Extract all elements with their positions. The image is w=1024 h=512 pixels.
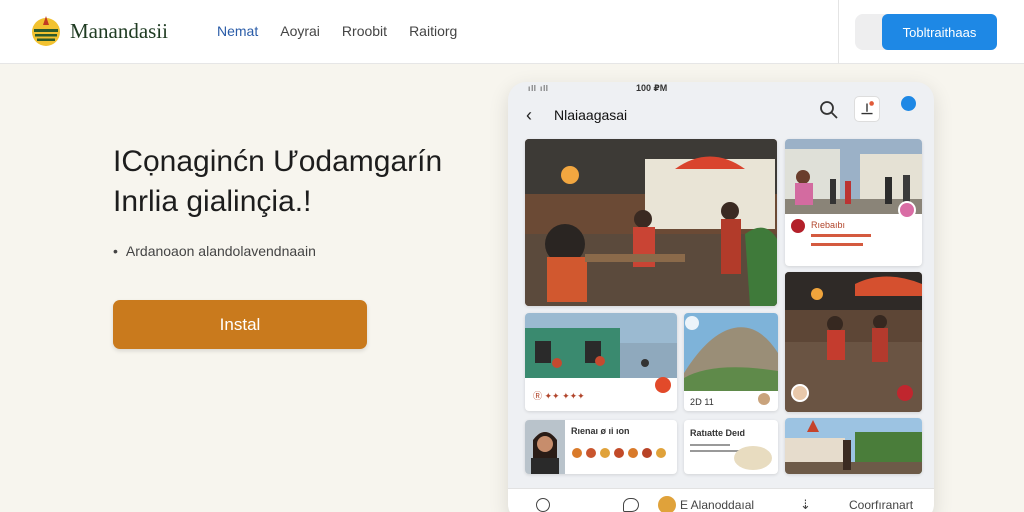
bottom-navigation: E Alanoddaıal ⇣ Coorfıranart (508, 488, 934, 512)
status-signal: ıll ıll (528, 84, 549, 93)
bottom-nav-label-1[interactable]: E Alanoddaıal (680, 498, 754, 512)
feed-card-building[interactable]: Ⓡ ✦✦ ✦✦✦ (525, 313, 677, 411)
hero-subtitle-text: Ardanoaon alandolavendnaain (125, 243, 316, 259)
food-plate-icon (734, 446, 772, 470)
share-icon[interactable] (854, 96, 880, 122)
top-navigation-bar: Manandasii Nemat Aoyrai Rroobit Raitiorg… (0, 0, 1024, 64)
user-avatar[interactable] (898, 201, 916, 219)
card-caption: Ratıatte Deıd (690, 428, 746, 438)
card-caption: Rıebaıbı (811, 220, 846, 230)
feed-card-dining[interactable] (785, 272, 922, 412)
back-arrow-icon[interactable]: ‹ (526, 105, 532, 126)
heart-icon[interactable] (791, 219, 805, 233)
nav-link-1[interactable]: Nemat (217, 23, 258, 39)
bottom-nav-label-2[interactable]: Coorfıranart (849, 498, 913, 512)
reaction-icons (572, 448, 666, 458)
notification-badge[interactable] (901, 96, 916, 111)
temple-photo (785, 418, 922, 474)
feed-card-portrait[interactable]: Rıenaı ø ıi ıon (525, 420, 677, 474)
app-title: Nlaiaagasai (554, 107, 628, 123)
bullet-icon: • (113, 243, 118, 259)
building-photo (525, 313, 677, 378)
card-caption: Rıenaı ø ıi ıon (571, 426, 630, 436)
profile-icon[interactable] (658, 496, 676, 512)
caption-line (811, 234, 871, 237)
feed-card-temple[interactable] (785, 418, 922, 474)
hero-title: ICọnaginćn Ưodamgarín Inrlia gialinçia.! (113, 142, 493, 222)
card-caption: 2Ⅾ 11 (690, 397, 714, 407)
portrait-photo (525, 420, 565, 474)
install-button[interactable]: Instal (113, 300, 367, 349)
user-avatar[interactable] (756, 391, 772, 407)
badge-icon[interactable] (655, 377, 671, 393)
caption-line (690, 444, 730, 446)
brand-name: Manandasii (70, 18, 168, 43)
home-icon[interactable] (536, 498, 550, 512)
nav-link-4[interactable]: Raitiorg (409, 23, 457, 39)
hero-subtitle: • Ardanoaon alandolavendnaain (113, 243, 316, 259)
caption-line (690, 450, 740, 452)
emoji-strip (571, 446, 671, 458)
nav-link-3[interactable]: Rroobit (342, 23, 387, 39)
header-divider (838, 0, 839, 64)
phone-mockup: ıll ıll 100 ₽M ‹ Nlaiaagasai Rıebaıbı Ⓡ … (508, 82, 934, 512)
header-cta-button[interactable]: Tobltraithaas (882, 14, 997, 50)
app-bar: ‹ Nlaiaagasai (508, 96, 934, 136)
feed-card-street[interactable]: Rıebaıbı (785, 139, 922, 266)
send-icon[interactable]: ⇣ (800, 497, 811, 512)
brand[interactable]: Manandasii (30, 14, 168, 48)
hero-title-line-1: ICọnaginćn Ưodamgarín (113, 145, 443, 178)
like-icon[interactable] (897, 385, 913, 401)
status-time: 100 ₽M (636, 83, 668, 93)
market-photo (525, 139, 777, 306)
chat-icon[interactable] (623, 498, 639, 512)
search-icon[interactable] (818, 99, 840, 121)
hero-title-line-2: Inrlia gialinçia.! (113, 185, 312, 218)
feed-card-promo[interactable]: Ratıatte Deıd (684, 420, 778, 474)
feed-card-landscape[interactable]: 2Ⅾ 11 (684, 313, 778, 411)
landscape-photo (684, 313, 778, 391)
brand-logo-icon (32, 16, 60, 46)
card-caption: Ⓡ ✦✦ ✦✦✦ (533, 391, 585, 401)
user-avatar[interactable] (791, 384, 809, 402)
nav-link-2[interactable]: Aoyrai (280, 23, 320, 39)
caption-line (811, 243, 863, 246)
feed-card-market[interactable] (525, 139, 777, 306)
main-nav: Nemat Aoyrai Rroobit Raitiorg (217, 23, 457, 39)
